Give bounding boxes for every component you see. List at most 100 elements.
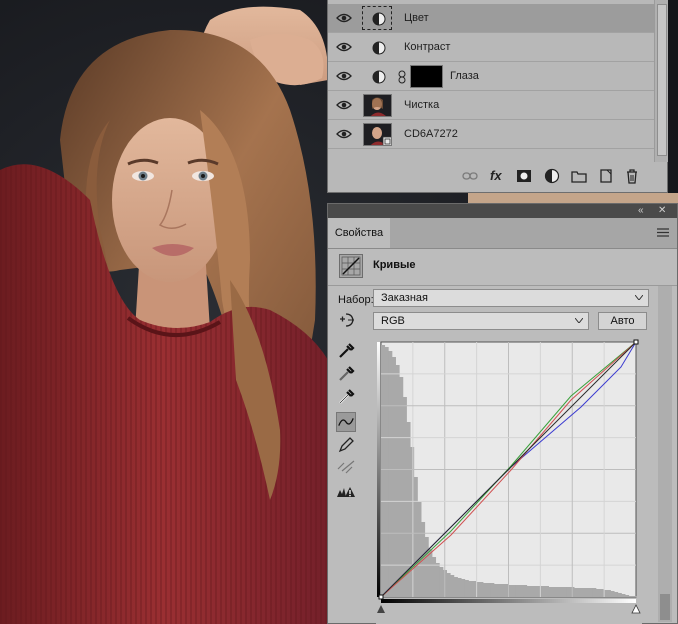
histogram-bar bbox=[552, 587, 557, 597]
white-point-eyedropper-icon[interactable] bbox=[336, 387, 356, 407]
curve-endpoint-white[interactable] bbox=[633, 339, 639, 345]
layer-name[interactable]: Глаза bbox=[450, 70, 479, 82]
panel-menu-icon[interactable] bbox=[657, 228, 669, 237]
histogram-bar bbox=[548, 587, 553, 597]
target-adjust-icon[interactable] bbox=[337, 310, 357, 330]
layers-scrollbar[interactable] bbox=[654, 0, 668, 162]
histogram-bar bbox=[424, 537, 429, 597]
layer-thumbnail[interactable] bbox=[363, 94, 392, 117]
histogram-bar bbox=[585, 588, 590, 597]
curves-header: Кривые bbox=[328, 249, 677, 286]
collapse-icon[interactable]: « bbox=[638, 204, 644, 218]
histogram-bar bbox=[381, 345, 386, 597]
folder-icon[interactable] bbox=[571, 168, 587, 184]
histogram-bar bbox=[413, 477, 418, 597]
layer-mask-thumbnail[interactable] bbox=[410, 65, 443, 88]
histogram-bar bbox=[391, 357, 396, 597]
histogram-bar bbox=[577, 588, 582, 597]
eye-icon[interactable] bbox=[336, 71, 352, 81]
eye-icon[interactable] bbox=[336, 13, 352, 23]
scrollbar-thumb[interactable] bbox=[657, 4, 667, 156]
new-layer-icon[interactable] bbox=[598, 168, 614, 184]
histogram-bar bbox=[399, 377, 404, 597]
eye-icon[interactable] bbox=[336, 129, 352, 139]
histogram-bar bbox=[468, 581, 473, 597]
histogram-bar bbox=[625, 595, 630, 597]
add-mask-icon[interactable] bbox=[516, 168, 532, 184]
curves-adjustment-icon bbox=[339, 254, 363, 278]
output-gradient-bar bbox=[377, 342, 380, 597]
histogram-bar bbox=[446, 573, 451, 597]
histogram-bar bbox=[432, 557, 437, 597]
curve-endpoint-black[interactable] bbox=[378, 594, 384, 600]
adjustment-layer-icon bbox=[372, 12, 386, 26]
histogram-bar bbox=[530, 586, 535, 597]
layers-panel: Цвет Контраст Глаза Чистка CD6A7272 fx bbox=[327, 0, 668, 193]
layer-row-eyes[interactable]: Глаза bbox=[328, 62, 654, 91]
histogram-bar bbox=[555, 587, 560, 597]
layer-name[interactable]: Контраст bbox=[404, 41, 450, 53]
histogram-bar bbox=[493, 584, 498, 597]
input-gradient-bar bbox=[381, 599, 636, 603]
layer-name[interactable]: CD6A7272 bbox=[404, 128, 458, 140]
auto-button[interactable]: Авто bbox=[598, 312, 647, 330]
curve-point-tool-icon[interactable] bbox=[336, 412, 356, 432]
histogram-bar bbox=[512, 585, 517, 597]
histogram-bar bbox=[464, 580, 469, 597]
channel-value: RGB bbox=[381, 315, 405, 327]
link-layers-icon[interactable] bbox=[462, 168, 478, 184]
preset-select[interactable]: Заказная bbox=[373, 289, 649, 307]
histogram-bar bbox=[592, 588, 597, 597]
scrollbar-thumb[interactable] bbox=[660, 594, 670, 620]
adjustment-layer-icon[interactable] bbox=[544, 168, 560, 184]
smooth-icon[interactable] bbox=[336, 457, 356, 477]
histogram-bar bbox=[508, 585, 513, 597]
histogram-bar bbox=[479, 582, 484, 597]
layer-thumbnail[interactable] bbox=[363, 123, 392, 146]
histogram-bar bbox=[384, 347, 389, 597]
histogram-bar bbox=[628, 596, 633, 597]
histogram-bar bbox=[617, 593, 622, 597]
histogram-bar bbox=[457, 578, 462, 597]
pencil-icon[interactable] bbox=[336, 435, 356, 455]
histogram-bar bbox=[501, 584, 506, 597]
histogram-bar bbox=[621, 594, 626, 597]
histogram-bar bbox=[435, 563, 440, 597]
histogram-bar bbox=[544, 586, 549, 597]
histogram-bar bbox=[541, 586, 546, 597]
layer-name[interactable]: Цвет bbox=[404, 12, 429, 24]
properties-tabbar: Свойства bbox=[328, 218, 677, 249]
preset-label: Набор: bbox=[338, 294, 374, 306]
eye-icon[interactable] bbox=[336, 42, 352, 52]
panel-title: Кривые bbox=[373, 259, 416, 271]
channel-select[interactable]: RGB bbox=[373, 312, 589, 330]
clipping-warning-icon[interactable] bbox=[336, 482, 356, 502]
curves-graph[interactable] bbox=[376, 337, 642, 624]
histogram-bar bbox=[526, 586, 531, 597]
histogram-bar bbox=[402, 397, 407, 597]
eye-icon[interactable] bbox=[336, 100, 352, 110]
adjustment-layer-icon bbox=[372, 70, 386, 84]
black-point-eyedropper-icon[interactable] bbox=[336, 341, 356, 361]
histogram-bar bbox=[388, 351, 393, 597]
tab-properties[interactable]: Свойства bbox=[328, 218, 390, 248]
trash-icon[interactable] bbox=[624, 168, 640, 184]
layer-row-cleanup[interactable]: Чистка bbox=[328, 91, 654, 120]
chain-link-icon[interactable] bbox=[398, 70, 406, 84]
histogram-bar bbox=[614, 592, 619, 597]
chevron-down-icon bbox=[575, 318, 583, 323]
gray-point-eyedropper-icon[interactable] bbox=[336, 364, 356, 384]
layer-name[interactable]: Чистка bbox=[404, 99, 439, 111]
close-icon[interactable]: ✕ bbox=[658, 204, 666, 218]
histogram-bar bbox=[450, 575, 455, 597]
histogram-bar bbox=[483, 583, 488, 597]
preset-value: Заказная bbox=[381, 292, 429, 304]
layer-row-smart-object[interactable]: CD6A7272 bbox=[328, 120, 654, 149]
properties-scrollbar[interactable] bbox=[658, 286, 672, 622]
histogram-bar bbox=[610, 591, 615, 597]
histogram-bar bbox=[559, 587, 564, 597]
histogram-bar bbox=[515, 585, 520, 597]
layer-row-color[interactable]: Цвет bbox=[328, 4, 654, 33]
layer-row-contrast[interactable]: Контраст bbox=[328, 33, 654, 62]
fx-icon[interactable]: fx bbox=[490, 168, 506, 184]
